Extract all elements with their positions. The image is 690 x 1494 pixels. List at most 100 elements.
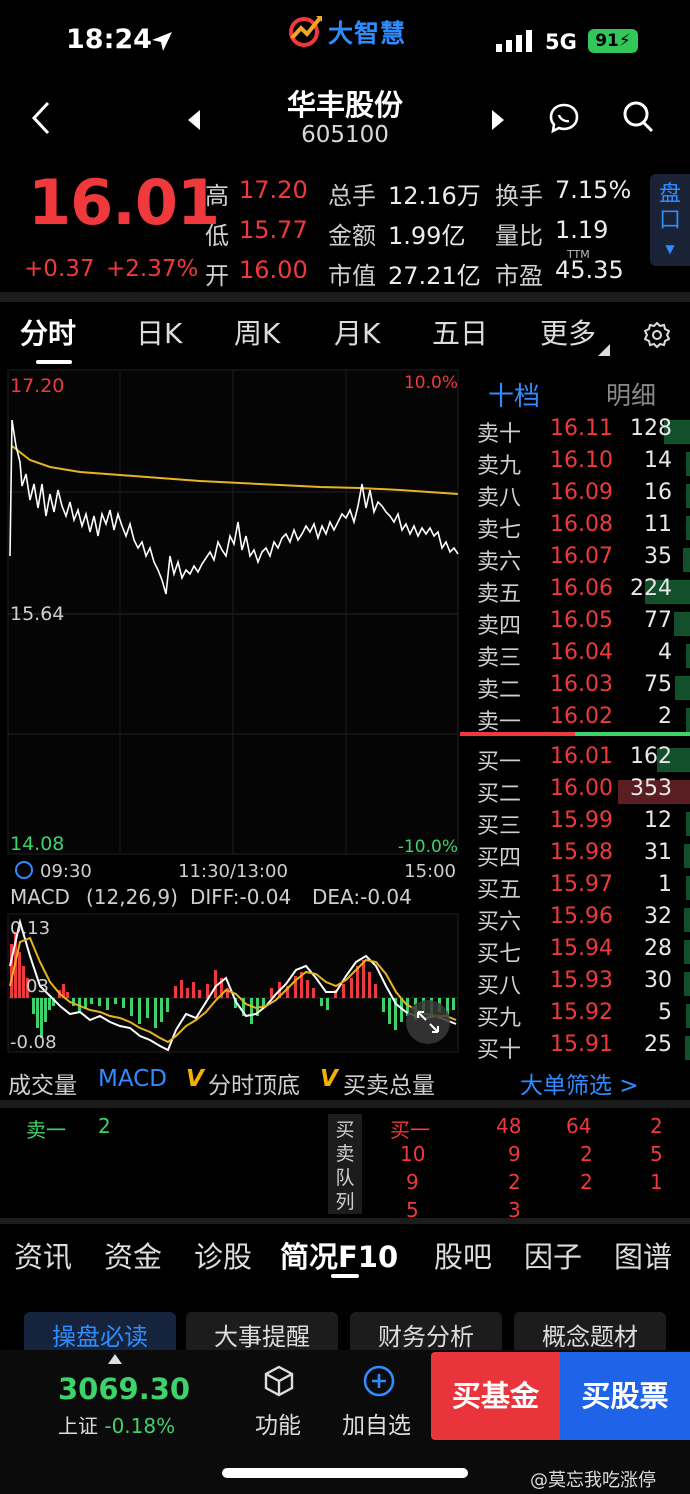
tab-monthly-k[interactable]: 月K [334, 312, 380, 352]
status-time: 18:24 [66, 24, 152, 55]
bid-row[interactable]: 买四 15.98 31 [460, 840, 690, 872]
add-watchlist-label[interactable]: 加自选 [342, 1406, 411, 1440]
tab-forum[interactable]: 股吧 [434, 1234, 492, 1276]
volume-bar [686, 876, 690, 900]
bid-row[interactable]: 买八 15.93 30 [460, 968, 690, 1000]
order-book: 十档 明细 卖十 16.11 128 卖九 16.10 14 卖八 16.09 16 卖七 16.0… [460, 366, 690, 1066]
buy-stock-button[interactable]: 买股票 [560, 1352, 690, 1440]
tab-diagnose[interactable]: 诊股 [194, 1234, 252, 1276]
last-price: 16.01 [28, 166, 220, 239]
tab-daily-k[interactable]: 日K [136, 312, 182, 352]
v-badge-icon: V [186, 1066, 204, 1092]
tab-intraday[interactable]: 分时 [20, 312, 76, 352]
ask-row[interactable]: 卖九 16.10 14 [460, 448, 690, 480]
bid-row[interactable]: 买六 15.96 32 [460, 904, 690, 936]
cube-icon[interactable] [262, 1364, 296, 1398]
level-label: 卖五 [477, 582, 522, 607]
amount-label: 金额 [328, 222, 376, 250]
volume-bar [675, 676, 690, 700]
level-price: 16.02 [550, 704, 613, 729]
level-volume: 4 [658, 640, 672, 665]
level-price: 15.93 [550, 968, 613, 993]
big-order-filter-link[interactable]: 大单筛选 > [520, 1066, 639, 1100]
bid-row[interactable]: 买五 15.97 1 [460, 872, 690, 904]
level-label: 卖七 [477, 518, 522, 543]
bid-row[interactable]: 买二 16.00 353 [460, 776, 690, 808]
signal-strength-icon [496, 30, 532, 52]
queue-mid-label: 买卖队列 [328, 1114, 362, 1214]
level-volume: 35 [644, 544, 672, 569]
ask-row[interactable]: 卖三 16.04 4 [460, 640, 690, 672]
tab-funds[interactable]: 资金 [104, 1234, 162, 1276]
volume-bar [686, 1004, 690, 1028]
bid-row[interactable]: 买三 15.99 12 [460, 808, 690, 840]
macd-params: (12,26,9) [86, 885, 178, 909]
index-info[interactable]: 上证 -0.18% [58, 1410, 175, 1439]
level-price: 16.00 [550, 776, 613, 801]
level-price: 15.99 [550, 808, 613, 833]
indicator-top-bottom[interactable]: 分时顶底 [208, 1066, 300, 1100]
function-label[interactable]: 功能 [255, 1406, 301, 1440]
volume-label: 总手 [328, 182, 376, 210]
search-icon[interactable] [622, 100, 654, 134]
bid-row[interactable]: 买十 15.91 25 [460, 1032, 690, 1064]
tab-f10[interactable]: 简况F10 [280, 1234, 398, 1276]
ask-row[interactable]: 卖十 16.11 128 [460, 416, 690, 448]
open-label: 开 [205, 262, 229, 290]
indicator-macd[interactable]: MACD [98, 1066, 167, 1092]
tab-ten-levels[interactable]: 十档 [488, 376, 540, 413]
macd-top: 0.13 [10, 918, 50, 939]
level-price: 16.09 [550, 480, 613, 505]
level-price: 15.98 [550, 840, 613, 865]
level-price: 16.06 [550, 576, 613, 601]
add-circle-icon[interactable] [362, 1364, 396, 1398]
volume-bar [686, 708, 690, 732]
level-label: 买三 [477, 814, 522, 839]
bid-row[interactable]: 买一 16.01 162 [460, 744, 690, 776]
ask-row[interactable]: 卖五 16.06 224 [460, 576, 690, 608]
bid-row[interactable]: 买七 15.94 28 [460, 936, 690, 968]
ask-row[interactable]: 卖七 16.08 11 [460, 512, 690, 544]
turnover-value: 7.15% [555, 176, 632, 204]
queue-order-size: 2 [508, 1170, 521, 1194]
ask-row[interactable]: 卖四 16.05 77 [460, 608, 690, 640]
volume-bar [686, 516, 690, 540]
level-label: 卖八 [477, 486, 522, 511]
home-indicator[interactable] [222, 1468, 468, 1478]
amount-value: 1.99亿 [388, 222, 466, 250]
tab-details[interactable]: 明细 [606, 376, 656, 412]
buy-fund-button[interactable]: 买基金 [431, 1352, 560, 1440]
ask-row[interactable]: 卖二 16.03 75 [460, 672, 690, 704]
queue-order-size: 10 [400, 1142, 426, 1166]
pankou-label: 盘口 [659, 182, 682, 233]
volume-bar [683, 548, 690, 572]
level-label: 买八 [477, 974, 522, 999]
ask-row[interactable]: 卖八 16.09 16 [460, 480, 690, 512]
expand-icon[interactable] [406, 1000, 450, 1044]
low-label: 低 [205, 222, 229, 250]
tab-news[interactable]: 资讯 [14, 1234, 72, 1276]
tab-more[interactable]: 更多 [540, 312, 596, 352]
level-volume: 14 [644, 448, 672, 473]
indicator-buy-sell[interactable]: 买卖总量 [343, 1066, 435, 1100]
intraday-chart[interactable]: 17.20 15.64 14.08 10.0% -10.0% 09:30 11:… [0, 366, 460, 1056]
stock-name: 华丰股份 [286, 88, 403, 122]
level-price: 15.92 [550, 1000, 613, 1025]
index-value[interactable]: 3069.30 [58, 1372, 190, 1406]
bid-row[interactable]: 买九 15.92 5 [460, 1000, 690, 1032]
chat-bubble-icon[interactable] [548, 102, 580, 134]
open-value: 16.00 [239, 256, 308, 284]
ask-row[interactable]: 卖六 16.07 35 [460, 544, 690, 576]
tab-weekly-k[interactable]: 周K [234, 312, 280, 352]
indicator-volume[interactable]: 成交量 [8, 1066, 77, 1100]
tab-factor[interactable]: 因子 [524, 1234, 582, 1276]
price-change: +0.37 [24, 256, 95, 282]
level-label: 卖三 [477, 646, 522, 671]
pankou-toggle-button[interactable]: 盘口 ▼ [650, 174, 690, 266]
tab-five-day[interactable]: 五日 [432, 312, 488, 352]
gear-icon[interactable] [644, 322, 670, 348]
tab-graph[interactable]: 图谱 [614, 1234, 672, 1276]
level-label: 卖六 [477, 550, 522, 575]
level-price: 15.91 [550, 1032, 613, 1057]
price-change-pct: +2.37% [106, 256, 199, 282]
